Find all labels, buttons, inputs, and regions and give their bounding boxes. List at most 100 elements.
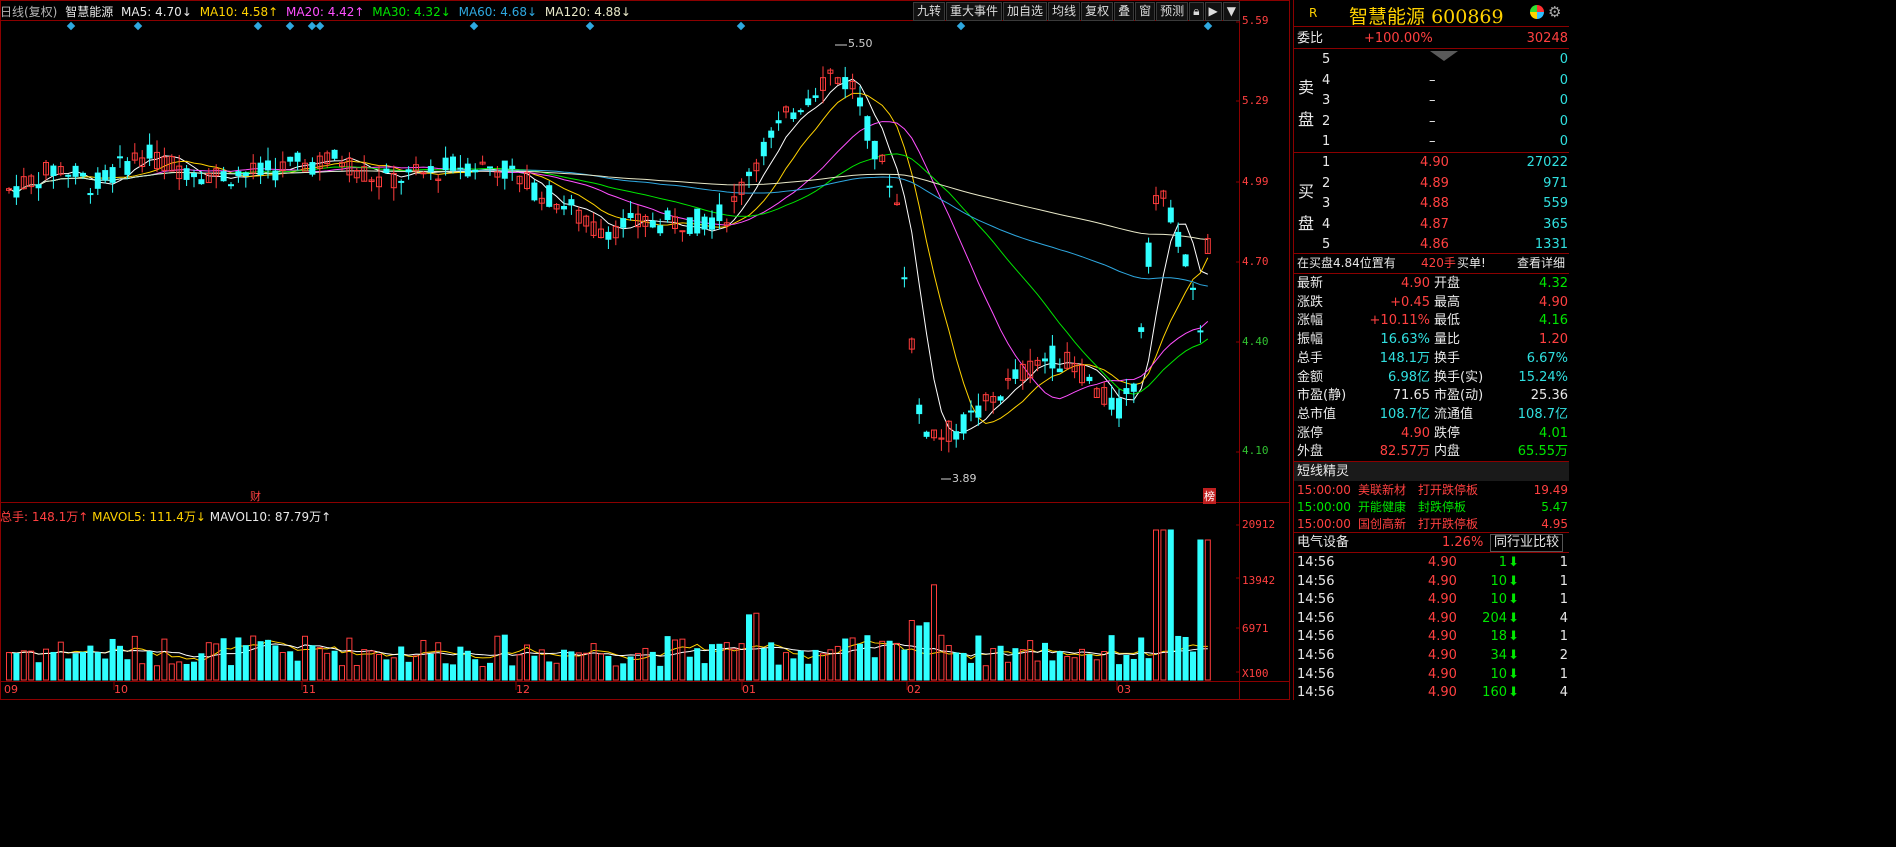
lock-icon[interactable]: 🔒︎ (1189, 2, 1204, 21)
toolbar-forecast-button[interactable]: 预测 (1156, 2, 1189, 21)
quote-value-left: 6.98亿 (1388, 369, 1430, 385)
event-diamonds (66, 21, 1213, 31)
toolbar-jiuzhuan-button[interactable]: 九转 (913, 2, 946, 21)
volume-bar (109, 638, 116, 681)
candle (1101, 381, 1108, 407)
buy-level: 4 (1322, 216, 1331, 232)
quote-row: 总手 148.1万 换手 6.67% (1294, 349, 1569, 368)
candle (346, 152, 353, 183)
tick-price: 4.90 (1428, 648, 1457, 663)
volume-axis-unit: X100 (1242, 667, 1269, 680)
toolbar-events-button[interactable]: 重大事件 (946, 2, 1003, 21)
quote-value-right: 4.16 (1539, 313, 1568, 329)
event-diamond[interactable] (736, 21, 746, 31)
volume-bar (635, 652, 641, 681)
volume-bar (287, 651, 294, 681)
candle (827, 68, 834, 86)
volume-bar (1027, 640, 1034, 681)
volume-bar (131, 635, 138, 681)
volume-bar (783, 652, 789, 681)
dropdown-icon[interactable]: ▼ (1222, 2, 1240, 21)
candle (102, 164, 109, 184)
tick-time: 14:56 (1297, 592, 1335, 608)
toolbar-add-watchlist-button[interactable]: 加自选 (1003, 2, 1048, 21)
buy-level: 2 (1322, 175, 1331, 191)
financial-report-mark[interactable]: 财 (250, 488, 261, 504)
volume-bar (398, 646, 405, 681)
volume-bars (6, 529, 1211, 681)
volume-bar (1182, 636, 1189, 681)
candle (612, 220, 619, 246)
event-diamond[interactable] (956, 21, 966, 31)
volume-bar (575, 652, 582, 681)
ma120-value: MA120: 4.88↓ (544, 5, 631, 19)
sector-name[interactable]: 电气设备 (1297, 533, 1349, 552)
volume-bar (812, 649, 819, 681)
buy-volume: 971 (1543, 175, 1568, 191)
view-detail-link[interactable]: 查看详细 (1517, 254, 1565, 273)
candle (72, 163, 79, 185)
kline-chart[interactable] (0, 0, 1290, 700)
volume-bar (857, 643, 863, 681)
tick-vol: 160 (1482, 685, 1507, 701)
arrow-right-icon[interactable]: ▶ (1204, 2, 1222, 21)
quote-row: 涨幅 +10.11% 最低 4.16 (1294, 311, 1569, 330)
volume-bar (427, 653, 434, 681)
big-order-notice[interactable]: 在买盘4.84位置有 420手 买单! 查看详细 (1294, 254, 1569, 273)
stock-name-label[interactable]: 智慧能源 (65, 5, 113, 19)
event-diamond[interactable] (253, 21, 263, 31)
quote-label-right: 流通值 (1434, 406, 1474, 422)
event-diamond[interactable] (1203, 21, 1213, 31)
volume-axis-2: 6971 (1242, 622, 1269, 635)
toolbar-ma-button[interactable]: 均线 (1048, 2, 1081, 21)
gear-icon[interactable]: ⚙ (1548, 3, 1561, 21)
quote-label-left: 最新 (1297, 276, 1324, 291)
volume-bar (205, 642, 212, 681)
volume-bar (183, 663, 190, 681)
candle (723, 218, 730, 233)
candle (1079, 358, 1085, 386)
candle (923, 430, 930, 439)
quote-row: 涨停 4.90 跌停 4.01 (1294, 424, 1569, 443)
tick-row: 14:56 4.90 10 ⬇ 1 (1294, 665, 1569, 684)
candle (871, 140, 878, 170)
volume-bar (568, 651, 575, 681)
industry-compare-button[interactable]: 同行业比较 (1490, 534, 1564, 552)
volume-bar (790, 658, 797, 681)
event-diamond[interactable] (285, 21, 295, 31)
quote-row: 市盈(静) 71.65 市盈(动) 25.36 (1294, 386, 1569, 405)
candle (1049, 334, 1056, 382)
event-diamond[interactable] (585, 21, 595, 31)
event-diamond[interactable] (307, 21, 317, 31)
event-diamond[interactable] (469, 21, 479, 31)
event-diamond[interactable] (315, 21, 325, 31)
low-price-mark: 3.89 (952, 472, 977, 485)
quote-value-right: 4.90 (1539, 294, 1568, 310)
candle (464, 157, 471, 179)
volume-bar (716, 643, 723, 681)
event-diamond[interactable] (133, 21, 143, 31)
dragon-tiger-mark[interactable]: 榜 (1203, 488, 1216, 504)
volume-bar (1130, 658, 1137, 681)
candle (879, 153, 886, 165)
down-arrow-icon: ⬇ (1508, 685, 1519, 701)
color-wheel-icon[interactable] (1530, 5, 1544, 19)
tick-row: 14:56 4.90 160 ⬇ 4 (1294, 683, 1569, 702)
volume-bar (235, 637, 242, 681)
volume-bar (583, 652, 590, 681)
quote-label-right: 市盈(动) (1434, 388, 1484, 404)
candle (57, 162, 64, 177)
toolbar-overlay-button[interactable]: 叠 (1114, 2, 1135, 21)
volume-bar (1005, 661, 1011, 681)
buy-level: 5 (1322, 237, 1331, 252)
toolbar-window-button[interactable]: 窗 (1135, 2, 1156, 21)
quote-label-right: 内盘 (1434, 444, 1461, 460)
toolbar-adjust-button[interactable]: 复权 (1081, 2, 1114, 21)
short-line-title[interactable]: 短线精灵 (1297, 462, 1349, 481)
candle (161, 147, 168, 180)
event-diamond[interactable] (66, 21, 76, 31)
ma60-value: MA60: 4.68↓ (458, 5, 538, 19)
candle (28, 173, 35, 195)
volume-bar (509, 665, 516, 681)
volume-bar (997, 645, 1004, 681)
